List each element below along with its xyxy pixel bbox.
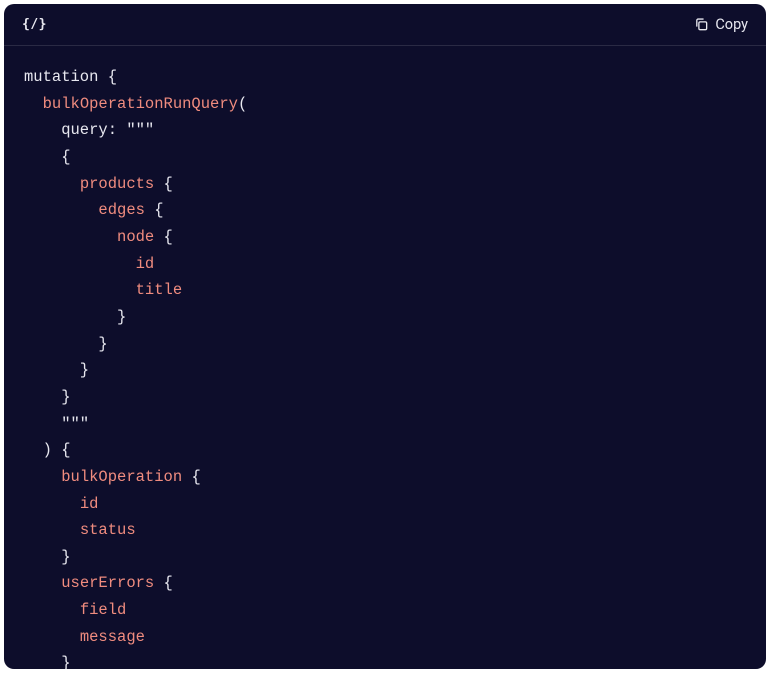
- code-token: [24, 521, 80, 539]
- code-token: bulkOperationRunQuery: [43, 95, 238, 113]
- code-token: message: [80, 628, 145, 646]
- code-token: mutation: [24, 68, 98, 86]
- code-token: """: [126, 121, 154, 139]
- code-token: [24, 228, 117, 246]
- code-header: {/} Copy: [4, 4, 766, 46]
- code-token: }: [24, 388, 71, 406]
- copy-label: Copy: [715, 16, 748, 33]
- code-token: [24, 601, 80, 619]
- code-token: products: [80, 175, 154, 193]
- code-token: [24, 255, 136, 273]
- code-token: [24, 628, 80, 646]
- code-token: {: [154, 574, 173, 592]
- code-token: }: [24, 335, 108, 353]
- code-token: node: [117, 228, 154, 246]
- code-token: title: [136, 281, 183, 299]
- code-token: [24, 175, 80, 193]
- code-token: edges: [98, 201, 145, 219]
- code-token: [24, 281, 136, 299]
- code-block: {/} Copy mutation { bulkOperationRunQuer…: [4, 4, 766, 669]
- language-badge: {/}: [22, 17, 47, 32]
- code-token: {: [154, 228, 173, 246]
- code-token: {: [98, 68, 117, 86]
- code-token: [24, 468, 61, 486]
- code-token: }: [24, 654, 71, 669]
- code-token: [24, 574, 61, 592]
- code-token: {: [154, 175, 173, 193]
- copy-icon: [694, 17, 709, 32]
- code-token: }: [24, 361, 89, 379]
- code-token: field: [80, 601, 127, 619]
- code-token: id: [136, 255, 155, 273]
- code-token: [24, 495, 80, 513]
- copy-button[interactable]: Copy: [694, 16, 748, 33]
- code-token: (: [238, 95, 247, 113]
- code-token: {: [145, 201, 164, 219]
- code-token: ) {: [24, 441, 71, 459]
- code-token: [24, 201, 98, 219]
- code-token: userErrors: [61, 574, 154, 592]
- code-token: [24, 95, 43, 113]
- code-token: query:: [24, 121, 126, 139]
- code-token: }: [24, 548, 71, 566]
- code-token: {: [182, 468, 201, 486]
- code-token: }: [24, 308, 126, 326]
- code-token: status: [80, 521, 136, 539]
- code-token: bulkOperation: [61, 468, 182, 486]
- code-token: {: [24, 148, 71, 166]
- code-token: """: [24, 415, 89, 433]
- code-token: id: [80, 495, 99, 513]
- code-content: mutation { bulkOperationRunQuery( query:…: [4, 46, 766, 669]
